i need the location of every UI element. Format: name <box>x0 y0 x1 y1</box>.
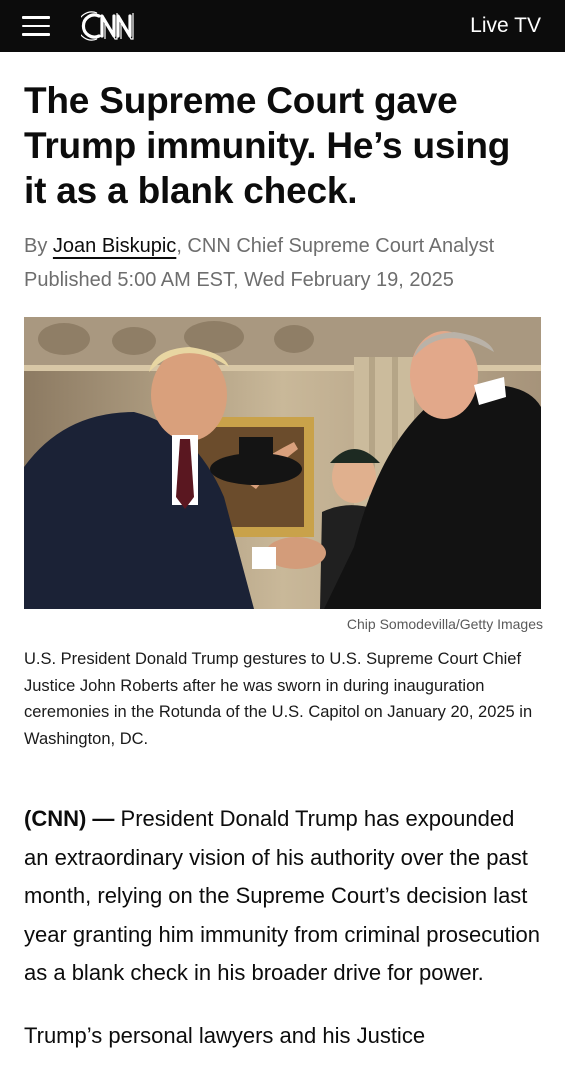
author-link[interactable]: Joan Biskupic <box>53 235 176 257</box>
author-line: By Joan Biskupic, CNN Chief Supreme Cour… <box>24 229 541 263</box>
image-caption: U.S. President Donald Trump gestures to … <box>24 650 533 748</box>
paragraph-2: Trump’s personal lawyers and his Justice <box>24 1022 426 1048</box>
dateline: (CNN) — <box>24 806 115 831</box>
byline-prefix: By <box>24 235 53 257</box>
cnn-logo-mark <box>81 11 134 41</box>
article-body: (CNN) — President Donald Trump has expou… <box>24 800 541 1055</box>
lead-figure: Chip Somodevilla/Getty Images U.S. Presi… <box>24 317 543 752</box>
paragraph-1: (CNN) — President Donald Trump has expou… <box>24 800 541 993</box>
hamburger-menu-icon[interactable] <box>22 6 62 46</box>
article-headline: The Supreme Court gave Trump immunity. H… <box>24 80 511 211</box>
lead-photo[interactable] <box>24 317 541 609</box>
live-tv-link[interactable]: Live TV <box>470 0 541 52</box>
image-credit: Chip Somodevilla/Getty Images <box>346 616 543 632</box>
paragraph-1-text: President Donald Trump has expounded an … <box>24 806 540 985</box>
top-nav-bar: Live TV <box>0 0 565 52</box>
author-title: , CNN Chief Supreme Court Analyst <box>176 235 495 257</box>
cnn-logo[interactable] <box>80 8 152 44</box>
article-content: The Supreme Court gave Trump immunity. H… <box>0 78 565 1055</box>
lead-photo-illustration <box>24 317 541 609</box>
byline: By Joan Biskupic, CNN Chief Supreme Cour… <box>24 229 541 297</box>
published-timestamp: Published 5:00 AM EST, Wed February 19, … <box>24 269 454 291</box>
